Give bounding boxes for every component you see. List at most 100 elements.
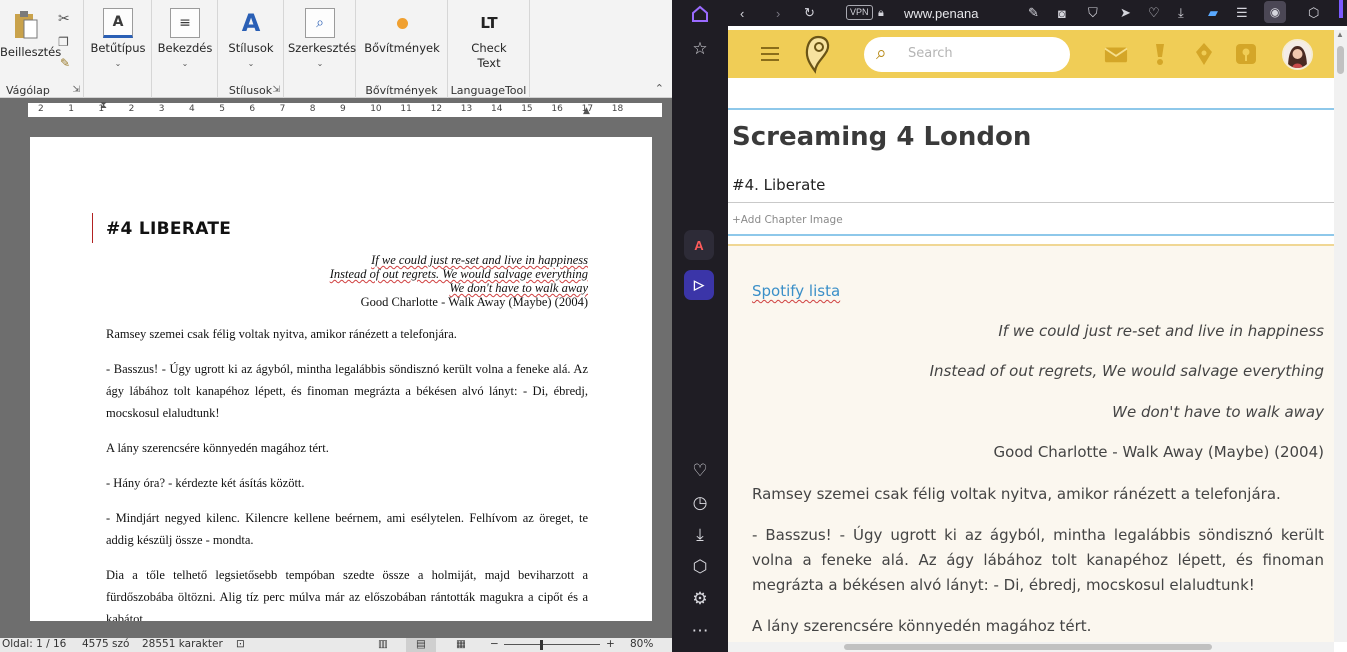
heart-icon[interactable]: ♡ [686,457,714,485]
addins-group: Bővítmények Bővítmények [356,0,448,98]
more-icon[interactable]: ⋯ [686,617,714,645]
web-layout-icon[interactable]: ▦ [456,638,466,650]
font-button[interactable]: A Betűtípus ⌄ [88,8,148,71]
edit-icon[interactable]: ✎ [1028,3,1039,23]
zoom-thumb[interactable] [540,640,543,650]
scroll-up-icon[interactable]: ▲ [1336,30,1344,39]
chevron-down-icon: ⌄ [316,59,324,68]
read-mode-icon[interactable]: ▥ [378,638,388,650]
document-page[interactable]: #4 LIBERATE If we could just re-set and … [30,137,652,621]
extension-icon[interactable]: ▰ [1208,3,1218,23]
page-count[interactable]: Oldal: 1 / 16 [2,638,66,650]
star-icon[interactable]: ☆ [686,35,714,63]
ruler-tick-label: 4 [189,104,195,114]
languagetool-group-label: LanguageTool [450,84,527,97]
epigraph-line: If we could just re-set and live in happ… [998,322,1324,340]
alert-icon[interactable] [1148,42,1172,66]
collapse-ribbon-icon[interactable]: ⌃ [655,82,664,95]
zoom-in-icon[interactable]: + [606,638,615,650]
forward-icon[interactable]: › [776,3,780,23]
dialog-launcher-icon[interactable]: ⇲ [72,84,80,95]
easy-setup-icon[interactable]: ☰ [1236,3,1248,23]
align-left-icon: ≡ [170,8,200,38]
back-icon[interactable]: ‹ [740,3,744,23]
spotify-link[interactable]: Spotify lista [752,282,840,300]
divider [728,202,1334,203]
chevron-down-icon: ⌄ [247,59,255,68]
epigraph-line: Instead of out regrets. We would salvage… [329,267,588,281]
ruler-scale[interactable]: ⧗ ▲ 2 1 1 2 3 4 5 6 7 8 9 10 11 12 13 14 15 16 17 18 [28,100,662,117]
zoom-level[interactable]: 80% [630,638,653,650]
horizontal-scrollbar[interactable] [728,642,1334,652]
cube-icon[interactable]: ⬡ [1308,3,1319,23]
font-label: Betűtípus [90,41,146,55]
aria-app-icon[interactable]: A [684,230,714,260]
styles-label: Stílusok [228,41,274,55]
document-paragraph: - Mindjárt negyed kilenc. Kilencre kelle… [106,511,588,547]
addins-icon [387,8,417,38]
vertical-scrollbar[interactable]: ▲ [1334,30,1347,642]
ruler-tick-label: 18 [611,104,624,114]
vpn-badge[interactable]: VPN [846,5,873,20]
format-painter-icon[interactable]: ✎ [60,56,70,70]
document-epigraph: If we could just re-set and live in happ… [330,253,588,309]
scrollbar-thumb[interactable] [1337,46,1344,74]
avatar[interactable] [1282,39,1313,70]
download-icon[interactable]: ⤓ [686,521,714,549]
dialog-launcher-icon[interactable]: ⇲ [272,84,280,95]
chapter-title: #4. Liberate [732,176,826,194]
key-icon[interactable] [1234,42,1258,66]
document-paragraph: Dia a tőle telhető legsietősebb tempóban… [106,568,588,621]
editing-group: ⌕ Szerkesztés ⌄ [284,0,356,98]
profile-icon[interactable]: ◉ [1264,1,1286,23]
paste-button[interactable]: Beillesztés [0,10,61,60]
download-icon[interactable]: ⤓ [1178,3,1184,23]
addins-group-label: Bővítmények [365,84,438,97]
styles-group: A Stílusok ⌄ Stílusok ⇲ [218,0,284,98]
player-app-icon[interactable]: ▷ [684,270,714,300]
search-input[interactable] [908,46,1058,61]
epigraph-line: We don't have to walk away [449,281,588,295]
word-count[interactable]: 4575 szó [82,638,129,650]
zoom-out-icon[interactable]: − [490,638,499,650]
zoom-slider[interactable] [504,644,600,645]
hamburger-menu-icon[interactable] [761,47,779,61]
char-count[interactable]: 28551 karakter [142,638,223,650]
check-text-button[interactable]: LT Check Text [452,8,526,71]
scrollbar-thumb[interactable] [844,644,1212,650]
copy-icon[interactable]: ❐ [58,35,69,49]
addins-button[interactable]: Bővítmények [358,8,446,56]
ruler-tick-label: 1 [68,104,74,114]
heart-outline-icon[interactable]: ♡ [1148,3,1160,23]
flow-icon[interactable]: ➤ [1120,3,1131,23]
search-icon: ⌕ [876,43,887,64]
print-layout-icon[interactable]: ▤ [406,638,436,652]
pen-icon[interactable] [1192,42,1216,66]
proofing-icon[interactable]: ⊡ [236,638,245,650]
cut-icon[interactable]: ✂ [58,10,70,27]
word-status-bar: Oldal: 1 / 16 4575 szó 28551 karakter ⊡ … [0,638,672,652]
editing-button[interactable]: ⌕ Szerkesztés ⌄ [288,8,356,71]
gear-icon[interactable]: ⚙ [686,585,714,613]
home-icon[interactable] [686,0,714,28]
reload-icon[interactable]: ↻ [804,3,815,23]
penana-logo-icon[interactable] [802,34,834,74]
styles-button[interactable]: A Stílusok ⌄ [221,8,281,71]
shield-icon[interactable]: ⛉ [1088,3,1098,23]
history-icon[interactable]: ◷ [686,489,714,517]
search-icon: ⌕ [305,8,335,38]
change-bar [92,213,93,243]
mail-icon[interactable] [1104,42,1128,66]
search-box[interactable]: ⌕ [864,37,1070,72]
add-chapter-image-link[interactable]: +Add Chapter Image [732,214,843,226]
document-paragraph: - Basszus! - Úgy ugrott ki az ágyból, mi… [106,362,588,420]
paragraph-group: ≡ Bekezdés ⌄ [152,0,218,98]
font-color-icon: A [103,8,133,38]
paragraph-button[interactable]: ≡ Bekezdés ⌄ [155,8,215,71]
chapter-paragraph: A lány szerencsére könnyedén magához tér… [752,617,1092,635]
story-title[interactable]: Screaming 4 London [732,122,1031,152]
cube-icon[interactable]: ⬡ [686,553,714,581]
ruler-tick-label: 1 [98,104,105,114]
camera-icon[interactable]: ◙ [1058,3,1066,23]
address-bar[interactable]: www.penana [904,3,984,23]
